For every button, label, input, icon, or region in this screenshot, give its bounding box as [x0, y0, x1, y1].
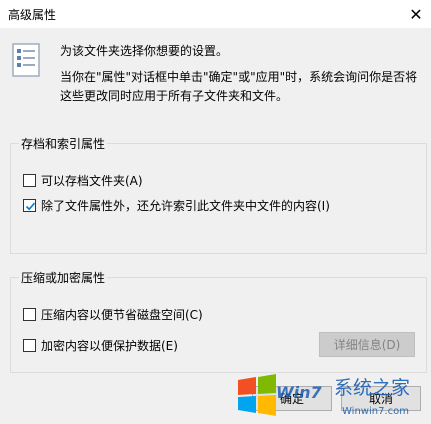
checkmark-icon [25, 202, 36, 211]
close-icon[interactable]: ✕ [401, 0, 431, 28]
details-button[interactable]: 详细信息(D) [319, 332, 415, 357]
compress-encrypt-group: 压缩或加密属性 压缩内容以便节省磁盘空间(C) 加密内容以便保护数据(E) 详细… [10, 269, 427, 373]
checkbox-box[interactable] [23, 174, 36, 187]
intro-description: 当你在"属性"对话框中单击"确定"或"应用"时，系统会询问你是否将这些更改同时应… [60, 70, 418, 103]
title-bar: 高级属性 ✕ [0, 0, 431, 28]
ok-button[interactable]: 确定 [252, 386, 332, 411]
archive-folder-checkbox[interactable]: 可以存档文件夹(A) [23, 172, 143, 189]
properties-list-icon [12, 43, 40, 77]
cancel-button[interactable]: 取消 [341, 386, 421, 411]
compress-group-label: 压缩或加密属性 [19, 269, 108, 286]
encrypt-label: 加密内容以便保护数据(E) [41, 339, 178, 353]
compress-label: 压缩内容以便节省磁盘空间(C) [41, 308, 203, 322]
intro-text: 为该文件夹选择你想要的设置。 [60, 44, 229, 58]
encrypt-checkbox[interactable]: 加密内容以便保护数据(E) [23, 337, 178, 354]
allow-index-label: 除了文件属性外，还允许索引此文件夹中文件的内容(I) [41, 199, 330, 213]
archive-folder-label: 可以存档文件夹(A) [41, 174, 143, 188]
compress-checkbox[interactable]: 压缩内容以便节省磁盘空间(C) [23, 306, 203, 323]
checkbox-box[interactable] [23, 339, 36, 352]
archive-group-label: 存档和索引属性 [19, 135, 108, 152]
allow-index-checkbox[interactable]: 除了文件属性外，还允许索引此文件夹中文件的内容(I) [23, 197, 330, 214]
checkbox-box[interactable] [23, 308, 36, 321]
checkbox-box[interactable] [23, 199, 36, 212]
archive-index-group: 存档和索引属性 可以存档文件夹(A) 除了文件属性外，还允许索引此文件夹中文件的… [10, 135, 427, 254]
window-title: 高级属性 [8, 8, 57, 22]
